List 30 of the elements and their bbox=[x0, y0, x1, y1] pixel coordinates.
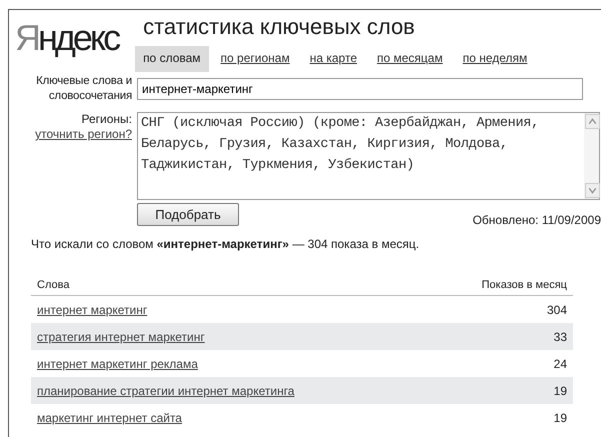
regions-label: Регионы: bbox=[82, 112, 132, 127]
keyword-link[interactable]: маркетинг интернет сайта bbox=[37, 410, 182, 424]
tab[interactable]: по словам bbox=[135, 46, 209, 72]
impressions-count: 19 bbox=[554, 410, 567, 424]
summary-text: Что искали со словом «интернет-маркетинг» — 304 показа в месяц. bbox=[31, 237, 420, 251]
updated-date: Обновлено: 11/09/2009 bbox=[472, 213, 601, 227]
tab[interactable]: на карте bbox=[302, 46, 365, 72]
column-header: Показов в месяц bbox=[429, 273, 573, 296]
impressions-count: 19 bbox=[554, 384, 567, 398]
keyword-link[interactable]: интернет маркетинг реклама bbox=[37, 356, 198, 370]
refine-region-link[interactable]: уточнить регион? bbox=[35, 127, 132, 141]
regions-field[interactable]: СНГ (исключая Россию) (кроме: Азербайджан, Армения, Беларусь, Грузия, Казахстан, Киргизия, Молдова, Таджикистан, Туркмения, Узбекистан) bbox=[137, 112, 600, 200]
tab[interactable]: по неделям bbox=[454, 46, 536, 72]
tab[interactable]: по месяцам bbox=[369, 46, 451, 72]
keywords-field[interactable]: интернет-маркетинг bbox=[137, 78, 583, 100]
impressions-count: 33 bbox=[554, 330, 567, 344]
keyword-link[interactable]: интернет маркетинг bbox=[37, 302, 148, 316]
column-header: Слова bbox=[31, 273, 430, 296]
keyword-link[interactable]: планирование стратегии интернет маркетинга bbox=[37, 384, 294, 398]
yandex-logo: Яндекс bbox=[15, 18, 120, 58]
page-title: статистика ключевых слов bbox=[143, 14, 416, 40]
keywords-label: Ключевые слова и словосочетания bbox=[35, 74, 132, 104]
submit-button[interactable]: Подобрать bbox=[137, 203, 239, 226]
keyword-link[interactable]: стратегия интернет маркетинг bbox=[37, 330, 205, 344]
scroll-up-icon[interactable] bbox=[585, 114, 600, 129]
impressions-count: 304 bbox=[546, 302, 567, 316]
scroll-down-icon[interactable] bbox=[585, 183, 600, 198]
impressions-count: 24 bbox=[554, 356, 567, 370]
scrollbar[interactable] bbox=[584, 113, 599, 199]
tab[interactable]: по регионам bbox=[212, 46, 298, 72]
